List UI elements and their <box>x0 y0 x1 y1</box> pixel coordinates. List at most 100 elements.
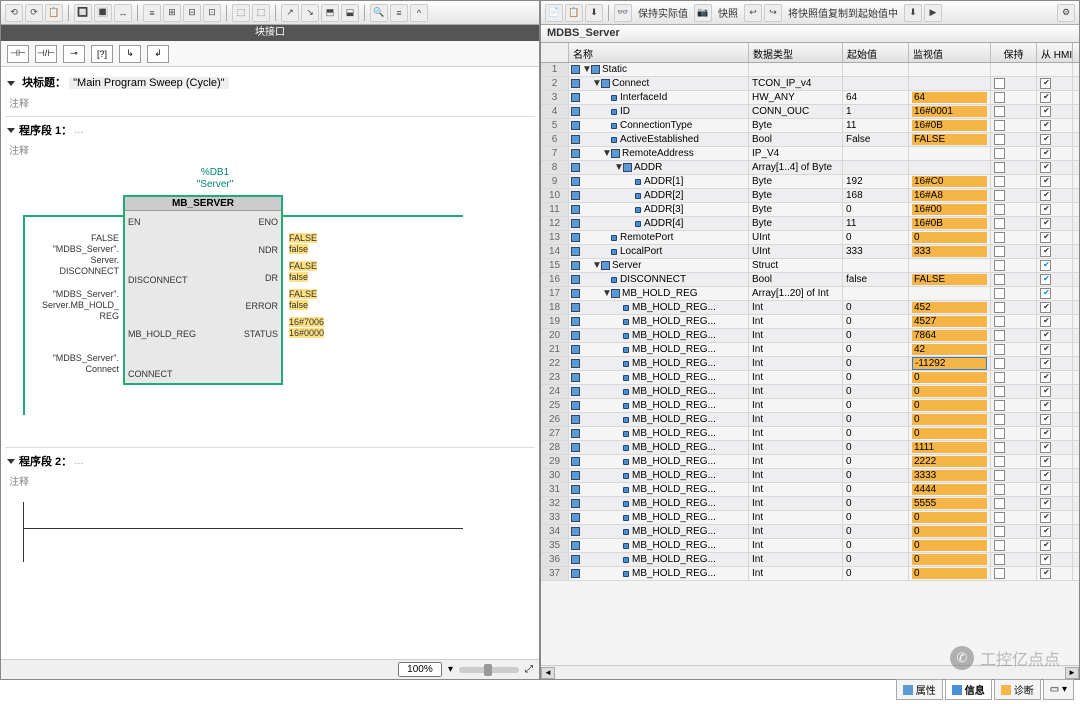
row-start[interactable]: 0 <box>843 399 909 412</box>
row-start[interactable]: 0 <box>843 497 909 510</box>
ladder-network-1[interactable]: %DB1 "Server" MB_SERVER EN ENO NDR DR ER… <box>5 167 535 437</box>
hmi-checkbox[interactable] <box>1040 162 1051 173</box>
toolbar-btn[interactable]: ↘ <box>301 4 319 22</box>
row-start[interactable]: 0 <box>843 329 909 342</box>
keep-checkbox[interactable] <box>994 442 1005 453</box>
keep-checkbox[interactable] <box>994 232 1005 243</box>
keep-checkbox[interactable] <box>994 498 1005 509</box>
col-name[interactable]: 名称 <box>569 43 749 62</box>
hmi-checkbox[interactable] <box>1040 358 1051 369</box>
keep-checkbox[interactable] <box>994 190 1005 201</box>
tab-properties[interactable]: 属性 <box>896 679 943 700</box>
table-row[interactable]: 3InterfaceIdHW_ANY6464 <box>541 91 1079 105</box>
toolbar-btn[interactable]: 👓 <box>614 4 632 22</box>
keep-checkbox[interactable] <box>994 120 1005 131</box>
toolbar-btn[interactable]: ≡ <box>390 4 408 22</box>
table-row[interactable]: 15▼ServerStruct <box>541 259 1079 273</box>
toolbar-btn[interactable]: 📄 <box>545 4 563 22</box>
row-start[interactable]: 333 <box>843 245 909 258</box>
hmi-checkbox[interactable] <box>1040 400 1051 411</box>
keep-checkbox[interactable] <box>994 92 1005 103</box>
row-start[interactable]: 0 <box>843 427 909 440</box>
keep-checkbox[interactable] <box>994 554 1005 565</box>
table-row[interactable]: 21MB_HOLD_REG...Int042 <box>541 343 1079 357</box>
hmi-checkbox[interactable] <box>1040 330 1051 341</box>
tab-info[interactable]: 信息 <box>945 679 992 700</box>
table-row[interactable]: 35MB_HOLD_REG...Int00 <box>541 539 1079 553</box>
row-start[interactable]: 0 <box>843 441 909 454</box>
table-row[interactable]: 36MB_HOLD_REG...Int00 <box>541 553 1079 567</box>
row-start[interactable]: 0 <box>843 567 909 580</box>
hmi-checkbox[interactable] <box>1040 470 1051 481</box>
toolbar-btn[interactable]: ≡ <box>143 4 161 22</box>
table-row[interactable]: 17▼MB_HOLD_REGArray[1..20] of Int <box>541 287 1079 301</box>
segment-1-comment[interactable]: 注释 <box>5 140 535 163</box>
expand-icon[interactable]: ▼ <box>614 162 622 173</box>
keep-checkbox[interactable] <box>994 148 1005 159</box>
hmi-checkbox[interactable] <box>1040 498 1051 509</box>
hmi-checkbox[interactable] <box>1040 288 1051 299</box>
branch-open-btn[interactable]: ↳ <box>119 45 141 63</box>
hmi-checkbox[interactable] <box>1040 302 1051 313</box>
table-row[interactable]: 9ADDR[1]Byte19216#C0 <box>541 175 1079 189</box>
hmi-checkbox[interactable] <box>1040 274 1051 285</box>
scroll-left-icon[interactable]: ◄ <box>541 667 555 679</box>
row-start[interactable]: 0 <box>843 483 909 496</box>
toolbar-btn[interactable]: ⊟ <box>183 4 201 22</box>
snapshot-label[interactable]: 快照 <box>714 5 742 20</box>
toolbar-btn[interactable]: ⟳ <box>25 4 43 22</box>
toolbar-btn[interactable]: ⬓ <box>341 4 359 22</box>
table-row[interactable]: 20MB_HOLD_REG...Int07864 <box>541 329 1079 343</box>
hmi-checkbox[interactable] <box>1040 190 1051 201</box>
keep-checkbox[interactable] <box>994 540 1005 551</box>
table-row[interactable]: 25MB_HOLD_REG...Int00 <box>541 399 1079 413</box>
hmi-checkbox[interactable] <box>1040 246 1051 257</box>
hmi-checkbox[interactable] <box>1040 442 1051 453</box>
hmi-checkbox[interactable] <box>1040 92 1051 103</box>
toolbar-btn[interactable]: 🔲 <box>74 4 92 22</box>
row-start[interactable]: False <box>843 133 909 146</box>
zoom-fit-btn[interactable]: ⤢ <box>525 664 533 675</box>
toolbar-btn[interactable]: ↪ <box>764 4 782 22</box>
hmi-checkbox[interactable] <box>1040 484 1051 495</box>
keep-checkbox[interactable] <box>994 316 1005 327</box>
zoom-slider[interactable] <box>459 667 519 673</box>
table-row[interactable]: 27MB_HOLD_REG...Int00 <box>541 427 1079 441</box>
table-row[interactable]: 18MB_HOLD_REG...Int0452 <box>541 301 1079 315</box>
table-row[interactable]: 34MB_HOLD_REG...Int00 <box>541 525 1079 539</box>
keep-checkbox[interactable] <box>994 526 1005 537</box>
row-start[interactable] <box>843 63 909 76</box>
row-start[interactable]: 11 <box>843 217 909 230</box>
snapshot-icon[interactable]: 📷 <box>694 4 712 22</box>
row-start[interactable]: false <box>843 273 909 286</box>
hmi-checkbox[interactable] <box>1040 512 1051 523</box>
zoom-dropdown-icon[interactable]: ▾ <box>448 664 453 675</box>
row-start[interactable]: 0 <box>843 413 909 426</box>
segment-1-header[interactable]: 程序段 1： ... <box>5 117 535 140</box>
table-row[interactable]: 11ADDR[3]Byte016#00 <box>541 203 1079 217</box>
table-row[interactable]: 6ActiveEstablishedBoolFalseFALSE <box>541 133 1079 147</box>
keep-checkbox[interactable] <box>994 470 1005 481</box>
table-row[interactable]: 33MB_HOLD_REG...Int00 <box>541 511 1079 525</box>
hmi-checkbox[interactable] <box>1040 232 1051 243</box>
expand-icon[interactable]: ▼ <box>592 78 600 89</box>
row-start[interactable]: 0 <box>843 511 909 524</box>
toolbar-btn[interactable]: ⬒ <box>321 4 339 22</box>
tab-diagnostics[interactable]: 诊断 <box>994 679 1041 700</box>
table-row[interactable]: 4IDCONN_OUC116#0001 <box>541 105 1079 119</box>
ladder-network-2[interactable] <box>5 498 535 598</box>
hmi-checkbox[interactable] <box>1040 176 1051 187</box>
row-start[interactable] <box>843 77 909 90</box>
keep-checkbox[interactable] <box>994 274 1005 285</box>
table-row[interactable]: 16DISCONNECTBoolfalseFALSE <box>541 273 1079 287</box>
hmi-checkbox[interactable] <box>1040 316 1051 327</box>
row-start[interactable]: 0 <box>843 539 909 552</box>
branch-close-btn[interactable]: ↲ <box>147 45 169 63</box>
keep-checkbox[interactable] <box>994 246 1005 257</box>
keep-checkbox[interactable] <box>994 512 1005 523</box>
keep-checkbox[interactable] <box>994 414 1005 425</box>
row-start[interactable]: 64 <box>843 91 909 104</box>
table-row[interactable]: 29MB_HOLD_REG...Int02222 <box>541 455 1079 469</box>
table-row[interactable]: 10ADDR[2]Byte16816#A8 <box>541 189 1079 203</box>
tab-collapse[interactable]: ▭ ▾ <box>1043 679 1074 700</box>
